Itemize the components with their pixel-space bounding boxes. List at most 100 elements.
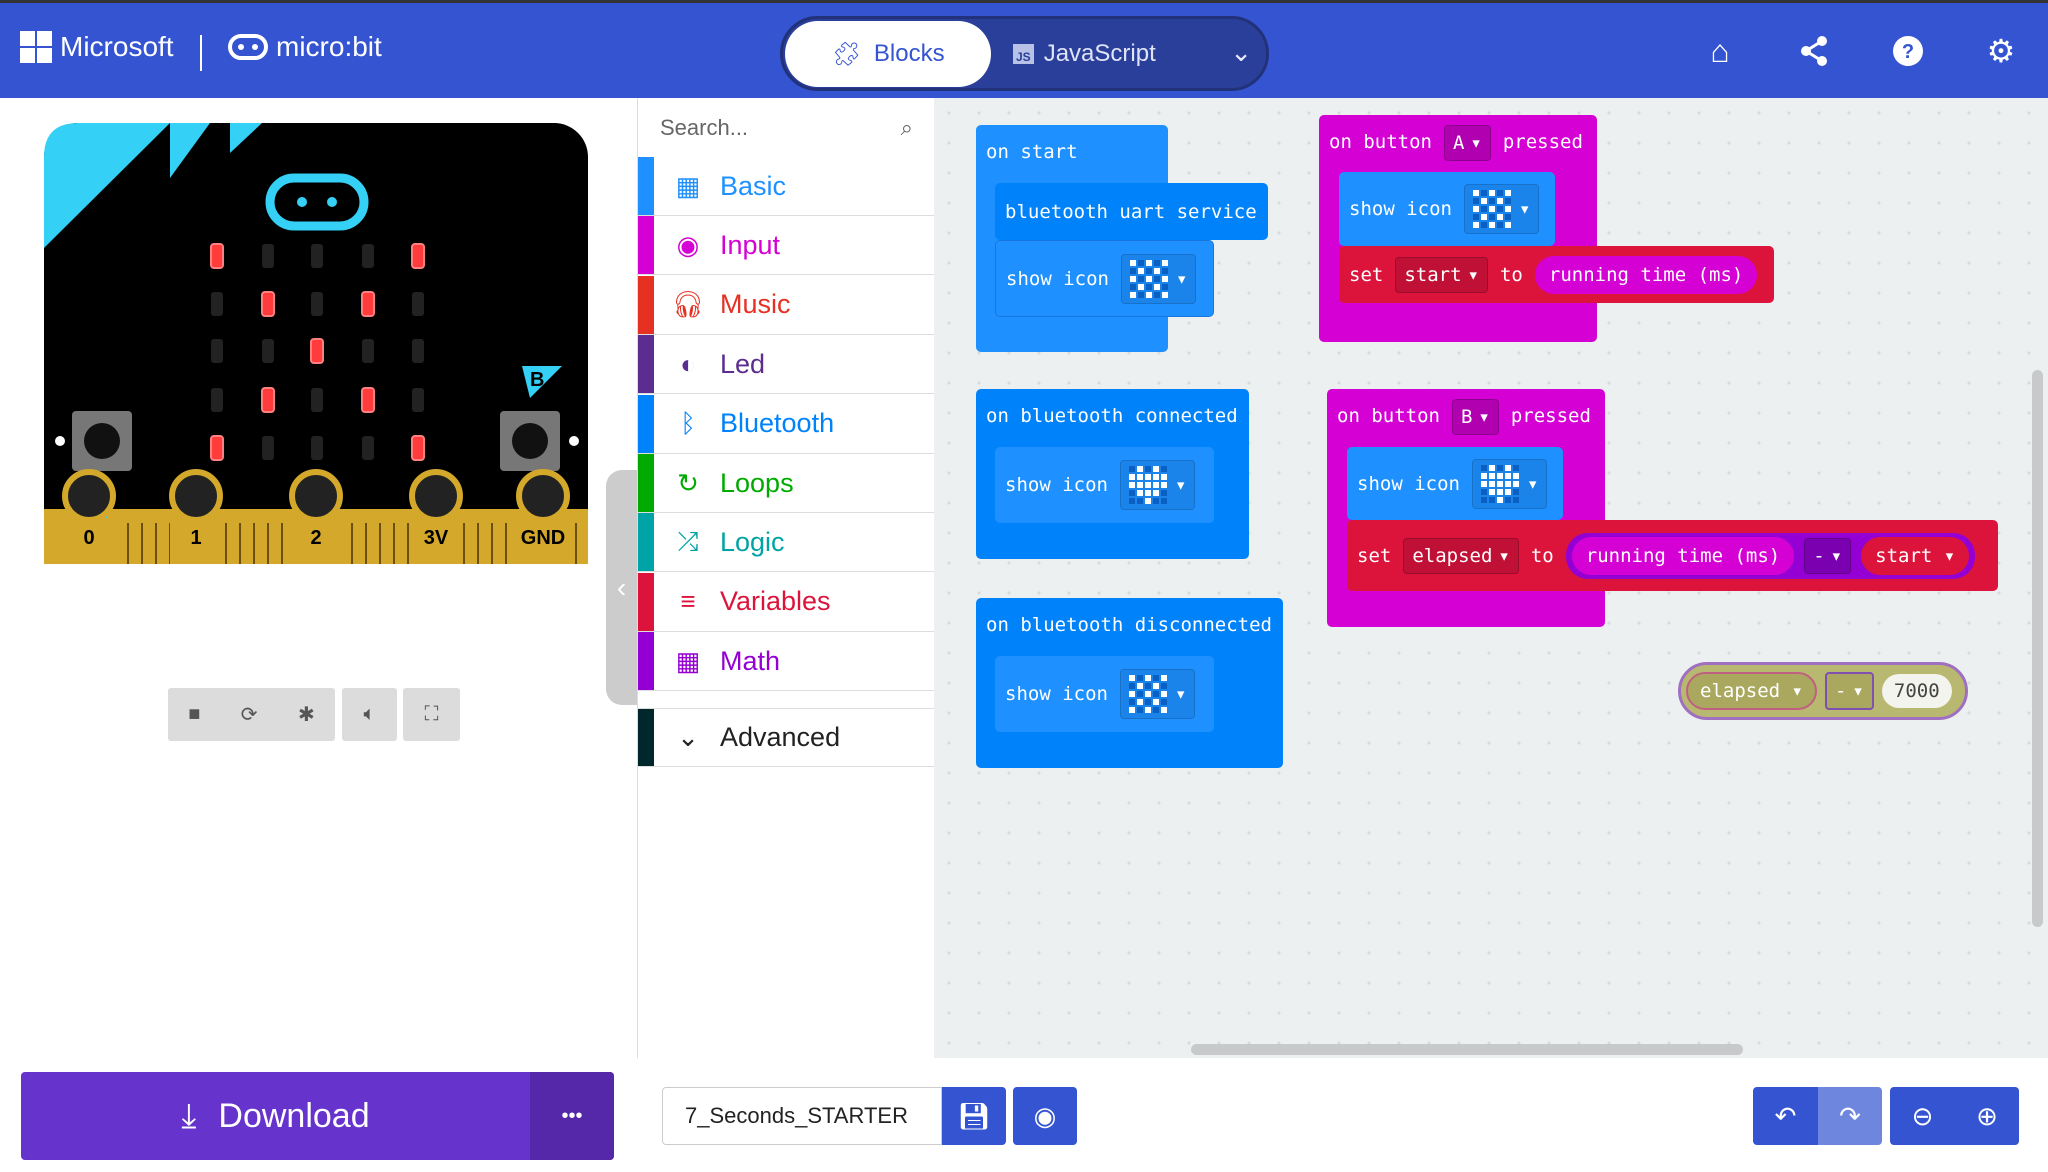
elapsed-variable-reporter[interactable]: elapsed ▾ xyxy=(1686,672,1817,710)
led xyxy=(261,291,275,317)
list-icon: ≡ xyxy=(680,586,696,617)
microsoft-logo[interactable]: Microsoft xyxy=(20,31,174,63)
category-loops[interactable]: ↻ Loops xyxy=(638,454,935,513)
mute-icon[interactable]: 🔈︎ xyxy=(342,688,397,741)
operator-dropdown[interactable]: - ▾ xyxy=(1804,537,1852,574)
collapse-simulator-button[interactable]: ‹ xyxy=(606,470,637,705)
restart-icon[interactable]: ⟳ xyxy=(241,702,258,727)
help-icon[interactable]: ? xyxy=(1888,31,1928,71)
show-icon-block[interactable]: show icon ▾ xyxy=(995,656,1214,732)
led xyxy=(310,338,324,364)
chevron-down-icon[interactable]: ⌄ xyxy=(1230,37,1252,68)
category-logic[interactable]: ⤮ Logic xyxy=(638,513,935,573)
headphones-icon: 🎧︎ xyxy=(671,289,705,320)
refresh-icon: ↻ xyxy=(677,467,699,498)
microbit-logo[interactable]: micro:bit xyxy=(228,31,382,63)
gear-icon[interactable]: ⚙ xyxy=(1981,31,2021,71)
stop-icon[interactable]: ■ xyxy=(188,703,200,726)
horizontal-scrollbar[interactable] xyxy=(1191,1044,1743,1055)
category-bluetooth[interactable]: ᛒ Bluetooth xyxy=(638,394,935,454)
show-icon-block[interactable]: show icon ▾ xyxy=(995,240,1214,317)
category-label: Math xyxy=(720,645,781,676)
category-color-bar xyxy=(638,572,654,631)
icon-picker[interactable]: ▾ xyxy=(1471,458,1548,509)
disabled-subtract-block[interactable]: elapsed ▾ - ▾ 7000 xyxy=(1678,662,1968,720)
divider xyxy=(200,35,202,71)
category-color-bar xyxy=(638,454,654,512)
category-advanced[interactable]: ⌄ Advanced xyxy=(638,708,935,767)
fullscreen-icon[interactable]: ⛶ xyxy=(403,688,460,741)
home-icon[interactable]: ⌂ xyxy=(1700,31,1740,71)
toolbox: Search... ⌕ ▦ Basic ◉ Input 🎧︎ Music ◐ Led ᛒ Blue… xyxy=(637,98,935,1058)
category-label: Loops xyxy=(720,467,794,498)
search-icon[interactable]: ⌕ xyxy=(901,115,913,141)
button-dropdown[interactable]: B ▾ xyxy=(1451,399,1499,435)
tab-javascript[interactable]: JS JavaScript xyxy=(1013,21,1156,87)
category-music[interactable]: 🎧︎ Music xyxy=(638,275,935,335)
category-basic[interactable]: ▦ Basic xyxy=(638,157,935,216)
button-dropdown[interactable]: A ▾ xyxy=(1443,125,1491,161)
number-input[interactable]: 7000 xyxy=(1881,674,1952,708)
set-elapsed-block[interactable]: set elapsed ▾ to running time (ms) - ▾ start ▾ xyxy=(1347,520,1998,591)
category-math[interactable]: ▦ Math xyxy=(638,632,935,692)
redo-button[interactable]: ↷ xyxy=(1818,1087,1882,1145)
category-led[interactable]: ◐ Led xyxy=(638,335,935,395)
pin-GND xyxy=(516,469,570,523)
simulator-panel: A B 0123VGND ■⟳✱ 🔈︎ ⛶ ‹ xyxy=(0,98,637,1058)
zoom-in-icon: ⊕ xyxy=(1976,1100,1998,1131)
share-icon[interactable] xyxy=(1794,31,1834,71)
show-icon-block[interactable]: show icon ▾ xyxy=(1347,447,1563,520)
undo-button[interactable]: ↶ xyxy=(1753,1087,1818,1145)
icon-picker[interactable]: ▾ xyxy=(1119,460,1196,510)
category-color-bar xyxy=(638,275,654,334)
led xyxy=(412,292,424,316)
set-start-block[interactable]: set start ▾ to running time (ms) xyxy=(1339,246,1774,303)
more-options-button[interactable]: ••• xyxy=(530,1072,614,1160)
icon-picker[interactable]: ▾ xyxy=(1120,253,1197,304)
vertical-scrollbar[interactable] xyxy=(2032,370,2043,927)
pin-2 xyxy=(289,469,343,523)
led xyxy=(311,436,323,460)
icon-picker[interactable]: ▾ xyxy=(1463,184,1540,234)
led xyxy=(412,339,424,363)
github-button[interactable]: ◉ xyxy=(1013,1087,1077,1145)
pin-label: 0 xyxy=(83,527,94,549)
sim-controls: ■ ⟳ ✱ xyxy=(168,688,335,741)
tab-blocks[interactable]: 🧩︎ Blocks xyxy=(785,21,991,87)
bluetooth-uart-service-block[interactable]: bluetooth uart service xyxy=(995,183,1268,240)
undo-icon: ↶ xyxy=(1774,1100,1797,1131)
led-icon-preview xyxy=(1480,464,1519,503)
search-input[interactable]: Search... xyxy=(660,115,748,141)
category-label: Variables xyxy=(720,586,831,617)
zoom-out-button[interactable]: ⊖ xyxy=(1890,1087,1955,1145)
category-input[interactable]: ◉ Input xyxy=(638,216,935,276)
show-icon-block[interactable]: show icon ▾ xyxy=(1339,172,1555,246)
category-color-bar xyxy=(638,632,654,691)
debug-icon[interactable]: ✱ xyxy=(298,702,315,727)
show-icon-block[interactable]: show icon ▾ xyxy=(995,447,1214,523)
icon-picker[interactable]: ▾ xyxy=(1119,669,1196,719)
led xyxy=(311,388,323,412)
operator-dropdown[interactable]: - ▾ xyxy=(1824,672,1874,710)
blocks-workspace[interactable]: on start bluetooth uart service show ico… xyxy=(934,98,2048,1058)
led xyxy=(412,388,424,412)
microbit-simulator[interactable]: A B 0123VGND xyxy=(0,98,637,578)
category-variables[interactable]: ≡ Variables xyxy=(638,572,935,632)
running-time-reporter[interactable]: running time (ms) xyxy=(1534,255,1758,294)
category-label: Bluetooth xyxy=(720,408,835,439)
running-time-reporter[interactable]: running time (ms) xyxy=(1571,536,1795,575)
project-name-input[interactable]: 7_Seconds_STARTER xyxy=(662,1087,942,1145)
start-variable-reporter[interactable]: start ▾ xyxy=(1861,536,1970,575)
led-icon-preview xyxy=(1129,259,1168,298)
led-icon-preview xyxy=(1128,675,1167,713)
variable-dropdown[interactable]: elapsed ▾ xyxy=(1403,537,1519,574)
puzzle-icon: 🧩︎ xyxy=(831,40,862,68)
subtract-block[interactable]: running time (ms) - ▾ start ▾ xyxy=(1565,532,1976,579)
variable-dropdown[interactable]: start ▾ xyxy=(1395,256,1488,293)
zoom-in-button[interactable]: ⊕ xyxy=(1955,1087,2019,1145)
pin-label: 1 xyxy=(190,527,201,549)
download-button[interactable]: ⤓ Download ••• xyxy=(21,1072,614,1160)
led xyxy=(362,244,374,268)
save-button[interactable]: 💾︎ xyxy=(942,1087,1006,1145)
search-box[interactable]: Search... ⌕ xyxy=(638,98,935,157)
